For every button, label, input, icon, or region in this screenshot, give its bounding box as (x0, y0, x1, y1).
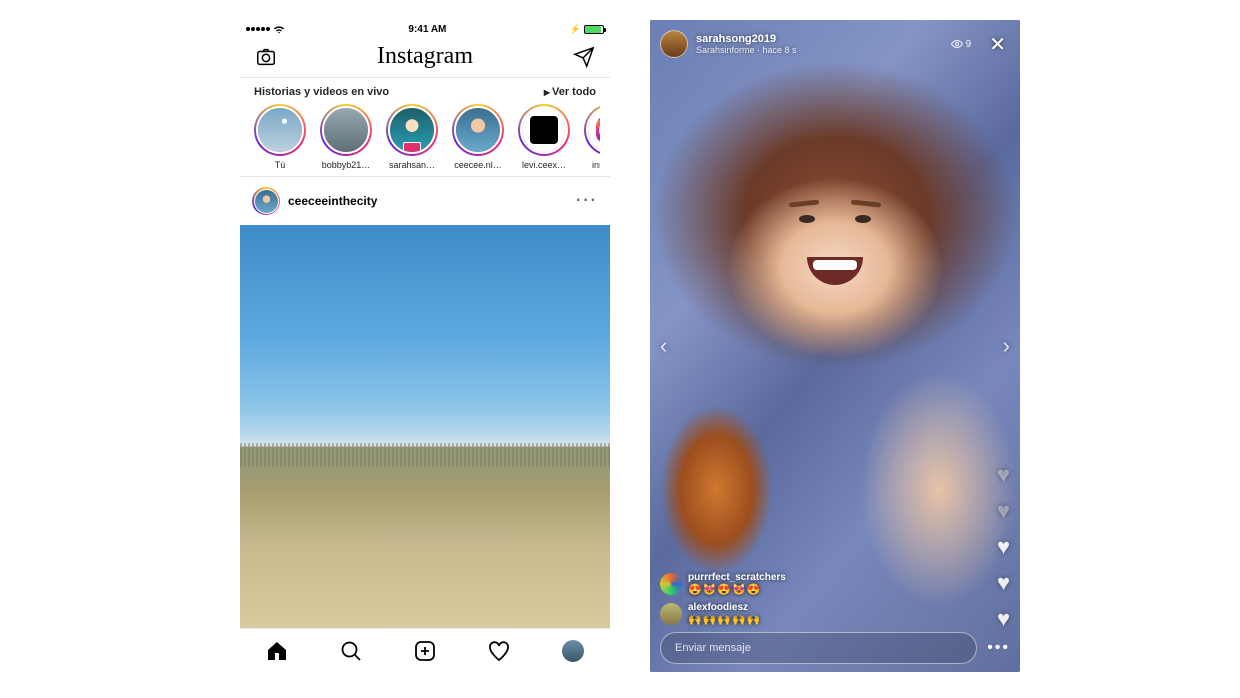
nav-profile-icon[interactable] (560, 638, 586, 664)
live-subtitle: Sarahsinforme · hace 8 s (696, 45, 943, 55)
heart-icon: ♥ (997, 534, 1010, 560)
story-label: sarahsan… (384, 160, 440, 170)
live-more-icon[interactable]: ••• (987, 639, 1010, 657)
nav-home-icon[interactable] (264, 638, 290, 664)
live-header: sarahsong2019 Sarahsinforme · hace 8 s 9… (650, 26, 1020, 62)
nav-activity-icon[interactable] (486, 638, 512, 664)
battery-icon (584, 25, 604, 34)
story-item[interactable]: bobbyb21… (318, 104, 374, 170)
prev-story-icon[interactable]: ‹ (652, 325, 675, 367)
see-all-label: Ver todo (552, 86, 596, 98)
commenter-username: purrrfect_scratchers (688, 572, 786, 583)
see-all-button[interactable]: ▶ Ver todo (544, 86, 596, 98)
live-viewer-count: 9 (951, 38, 972, 50)
next-story-icon[interactable]: › (995, 325, 1018, 367)
live-comment[interactable]: purrrfect_scratchers 😍😻😍😻😍 (660, 572, 960, 596)
post-author-avatar[interactable] (252, 187, 280, 215)
bottom-nav (240, 628, 610, 672)
story-label: Tú (252, 160, 308, 170)
hearts-column: ♥ ♥ ♥ ♥ ♥ (997, 462, 1010, 632)
story-item-self[interactable]: Tú (252, 104, 308, 170)
live-input-row: Enviar mensaje ••• (660, 632, 1010, 664)
feed-phone: 9:41 AM ⚡ Instagram Historias y videos e… (240, 20, 610, 672)
heart-icon: ♥ (997, 606, 1010, 632)
story-label: levi.ceex… (516, 160, 572, 170)
post-more-icon[interactable]: ··· (576, 192, 598, 210)
commenter-avatar (660, 573, 682, 595)
status-time: 9:41 AM (408, 24, 446, 35)
story-item-live[interactable]: sarahsan… (384, 104, 440, 170)
message-input-placeholder: Enviar mensaje (675, 642, 751, 654)
app-logo: Instagram (377, 43, 473, 70)
live-comments: purrrfect_scratchers 😍😻😍😻😍 alexfoodiesz … (660, 572, 960, 626)
comment-body: 🙌🙌🙌🙌🙌 (688, 613, 761, 626)
post-author-username[interactable]: ceeceeinthecity (288, 194, 377, 208)
story-item[interactable]: levi.ceex… (516, 104, 572, 170)
live-comment[interactable]: alexfoodiesz 🙌🙌🙌🙌🙌 (660, 602, 960, 626)
commenter-username: alexfoodiesz (688, 602, 761, 613)
story-item[interactable]: instagr… (582, 104, 600, 170)
live-story-phone: sarahsong2019 Sarahsinforme · hace 8 s 9… (650, 20, 1020, 672)
top-bar: Instagram (240, 36, 610, 78)
heart-icon: ♥ (997, 570, 1010, 596)
live-author-username[interactable]: sarahsong2019 (696, 33, 943, 46)
send-icon[interactable] (572, 45, 596, 69)
wifi-icon (273, 25, 285, 34)
charging-icon: ⚡ (570, 24, 581, 35)
comment-body: 😍😻😍😻😍 (688, 583, 786, 596)
heart-icon: ♥ (997, 462, 1010, 488)
post-header: ceeceeinthecity ··· (240, 177, 610, 225)
close-icon[interactable]: ✕ (985, 32, 1010, 57)
message-input[interactable]: Enviar mensaje (660, 632, 977, 664)
play-triangle-icon: ▶ (544, 88, 550, 97)
nav-add-icon[interactable] (412, 638, 438, 664)
live-author-avatar[interactable] (660, 30, 688, 58)
story-label: instagr… (582, 160, 600, 170)
nav-search-icon[interactable] (338, 638, 364, 664)
story-label: bobbyb21… (318, 160, 374, 170)
stories-row[interactable]: Tú bobbyb21… sarahsan… ceecee.nl… levi.c… (250, 104, 600, 170)
signal-icon (246, 27, 270, 31)
story-item[interactable]: ceecee.nl… (450, 104, 506, 170)
stories-section: Historias y videos en vivo ▶ Ver todo Tú… (240, 78, 610, 177)
story-label: ceecee.nl… (450, 160, 506, 170)
stories-title: Historias y videos en vivo (254, 86, 389, 98)
commenter-avatar (660, 603, 682, 625)
camera-icon[interactable] (254, 45, 278, 69)
heart-icon: ♥ (997, 498, 1010, 524)
post-image[interactable] (240, 225, 610, 628)
status-bar: 9:41 AM ⚡ (240, 20, 610, 36)
